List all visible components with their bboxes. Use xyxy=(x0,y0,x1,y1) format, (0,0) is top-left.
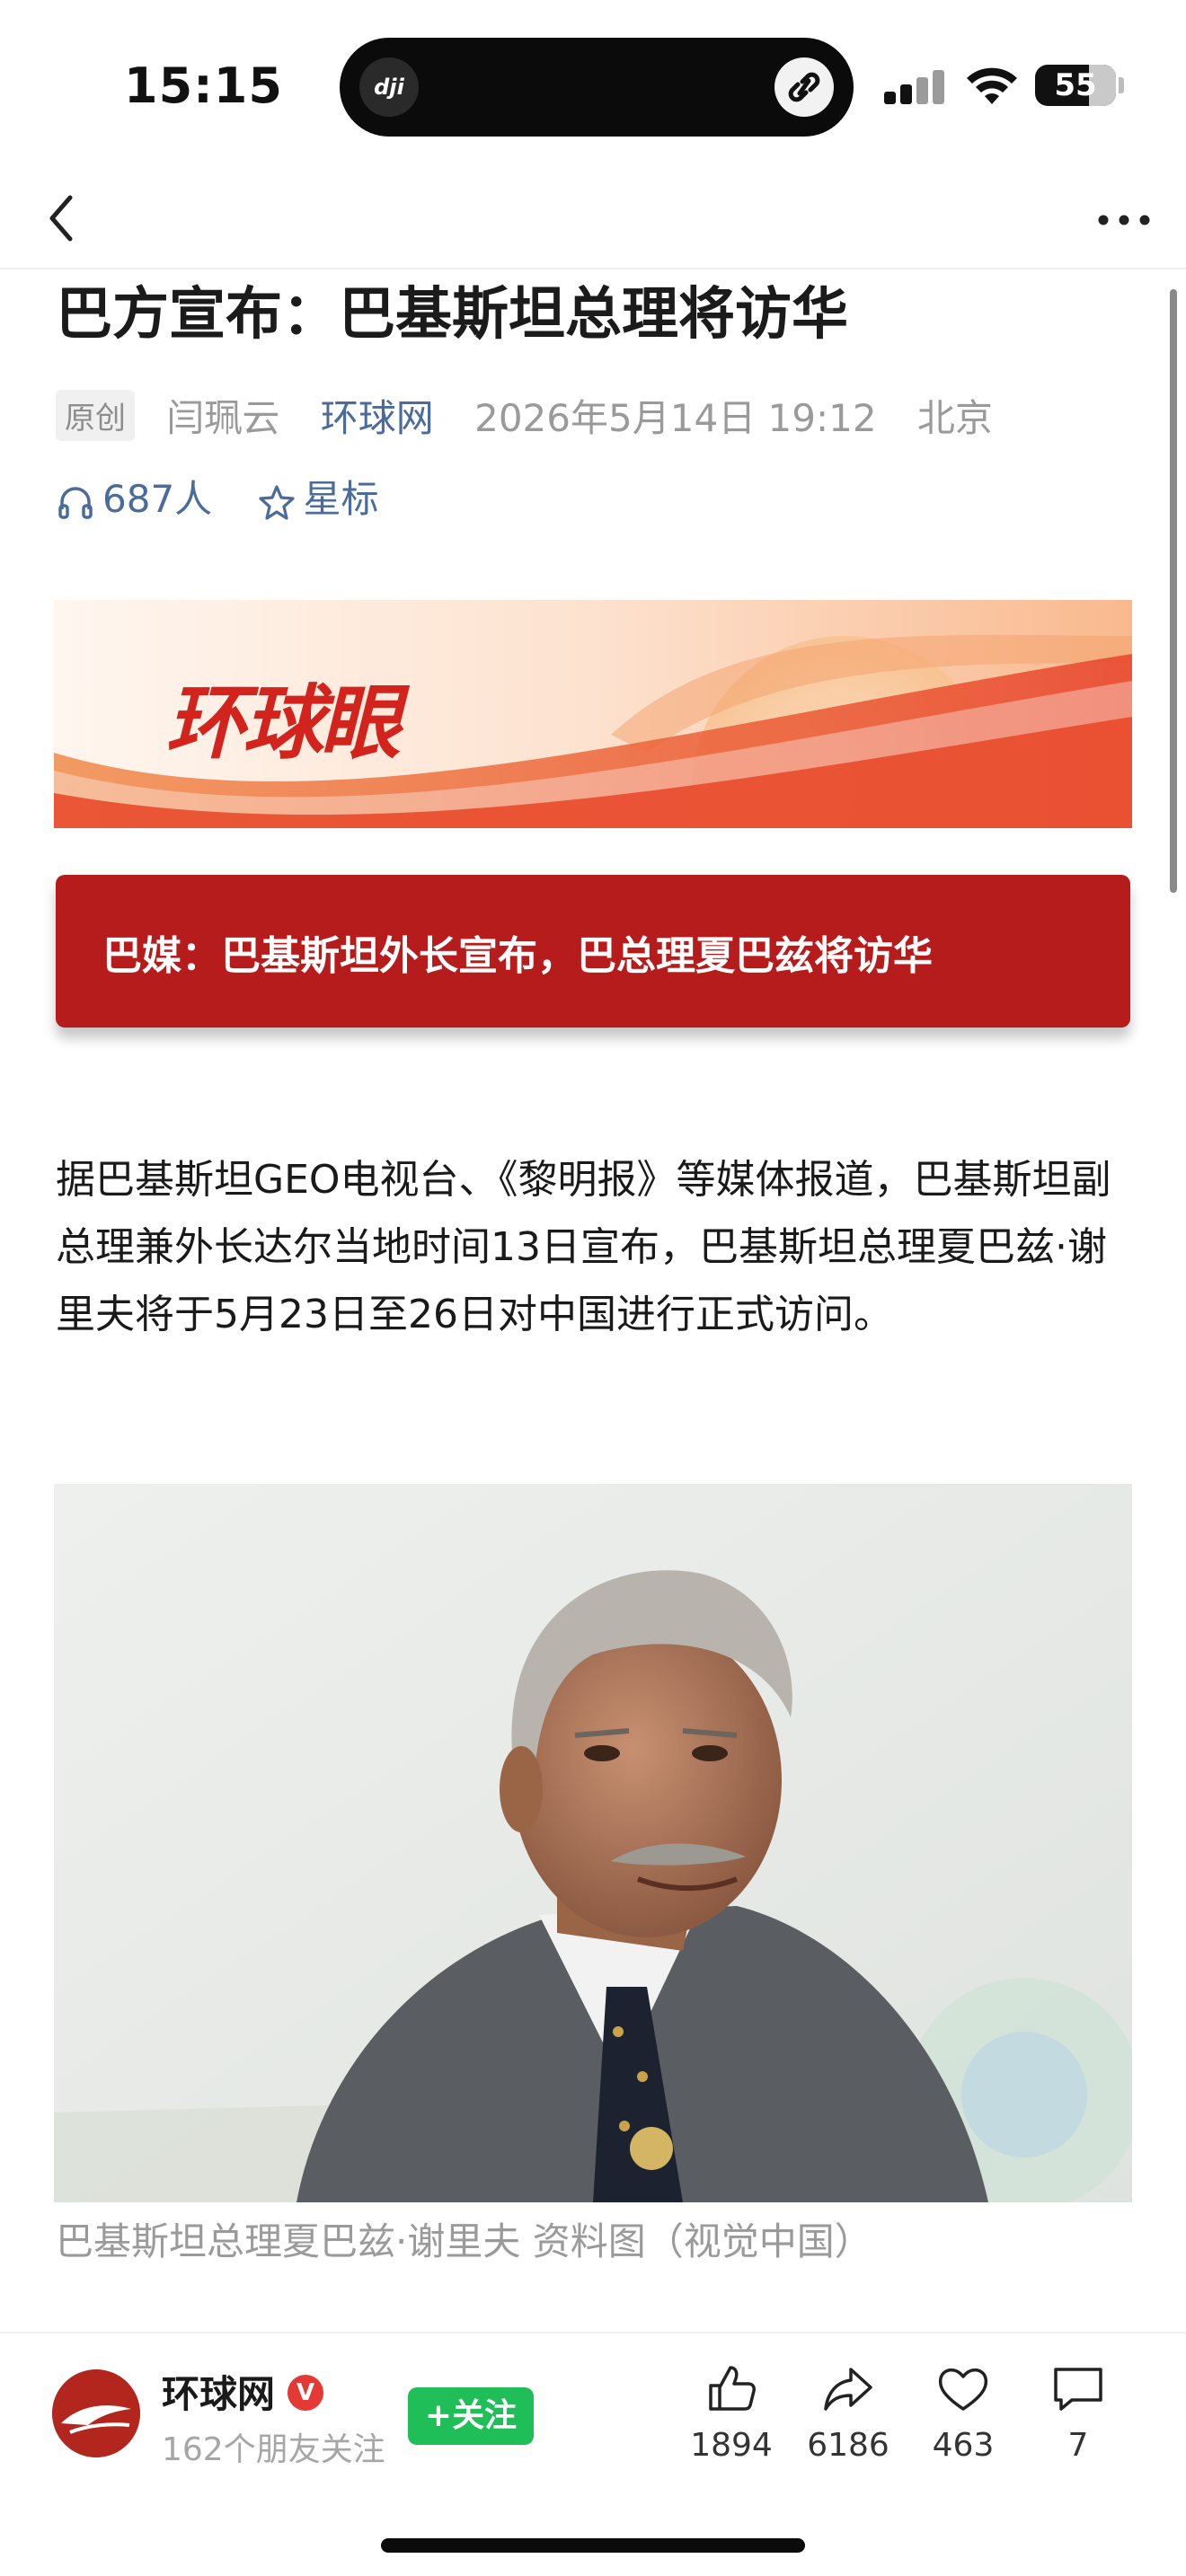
article-photo[interactable] xyxy=(54,1484,1132,2202)
dynamic-island: dji xyxy=(340,38,854,137)
photo-caption: 巴基斯坦总理夏巴兹·谢里夫 资料图（视觉中国） xyxy=(56,2219,872,2263)
like-button[interactable]: 1894 xyxy=(677,2360,785,2464)
share-arrow-icon xyxy=(824,2368,872,2411)
cellular-signal-icon xyxy=(884,68,947,104)
author-name[interactable]: 闫珮云 xyxy=(166,396,279,440)
star-label: 星标 xyxy=(303,477,379,521)
article-body: 据巴基斯坦GEO电视台、《黎明报》等媒体报道，巴基斯坦副总理兼外长达尔当地时间1… xyxy=(56,1157,1111,1337)
article-actions: 687人 星标 xyxy=(56,469,412,523)
banner-logo: 环球眼 xyxy=(165,675,401,771)
back-button[interactable] xyxy=(36,187,99,250)
article-title: 巴方宣布：巴基斯坦总理将访华 xyxy=(56,281,848,347)
original-tag: 原创 xyxy=(56,390,135,441)
chevron-left-icon xyxy=(49,195,73,242)
headline-card: 巴媒：巴基斯坦外长宣布，巴总理夏巴兹将访华 xyxy=(56,875,1130,1028)
favorite-button[interactable]: 463 xyxy=(909,2360,1017,2464)
publish-date: 2026年5月14日 19:12 xyxy=(474,396,877,440)
listen-button[interactable]: 687人 xyxy=(56,469,212,524)
friends-following-count: 162个朋友关注 xyxy=(162,2431,385,2468)
publish-location: 北京 xyxy=(916,396,993,440)
headline-text: 巴媒：巴基斯坦外长宣布，巴总理夏巴兹将访华 xyxy=(102,933,933,979)
comment-count: 7 xyxy=(1067,2427,1089,2464)
link-icon xyxy=(774,57,834,117)
article-meta: 原创 闫珮云 环球网 2026年5月14日 19:12 北京 xyxy=(56,388,993,442)
battery-icon: 55 xyxy=(1035,65,1116,106)
comment-bubble-icon xyxy=(1054,2368,1102,2411)
like-count: 1894 xyxy=(690,2427,773,2464)
battery-tip xyxy=(1119,77,1124,93)
status-time: 15:15 xyxy=(124,57,283,114)
publisher-avatar[interactable] xyxy=(52,2369,140,2457)
follow-button[interactable]: +关注 xyxy=(408,2387,534,2445)
status-bar: 15:15 dji 55 xyxy=(0,0,1186,171)
more-dots-icon xyxy=(1098,215,1150,225)
star-button[interactable]: 星标 xyxy=(257,469,379,524)
share-count: 6186 xyxy=(807,2427,890,2464)
scrollbar[interactable] xyxy=(1170,289,1177,893)
headphones-icon xyxy=(58,486,93,519)
dji-app-icon: dji xyxy=(359,57,419,117)
heart-icon xyxy=(938,2368,988,2411)
banner-image: 环球眼 xyxy=(54,600,1132,828)
thumbs-up-icon xyxy=(709,2366,756,2411)
battery-level: 55 xyxy=(1054,67,1097,103)
home-indicator[interactable] xyxy=(381,2538,805,2553)
verified-badge-icon: V xyxy=(288,2375,323,2411)
listener-count: 687人 xyxy=(102,477,213,521)
comment-button[interactable]: 7 xyxy=(1024,2360,1132,2464)
star-icon xyxy=(258,484,295,520)
favorite-count: 463 xyxy=(932,2427,995,2464)
source-link[interactable]: 环球网 xyxy=(321,396,434,440)
publisher-name[interactable]: 环球网 xyxy=(162,2364,275,2419)
more-button[interactable] xyxy=(1093,198,1155,243)
nav-bar xyxy=(0,171,1186,269)
share-button[interactable]: 6186 xyxy=(794,2360,902,2464)
wifi-icon xyxy=(963,63,1021,108)
